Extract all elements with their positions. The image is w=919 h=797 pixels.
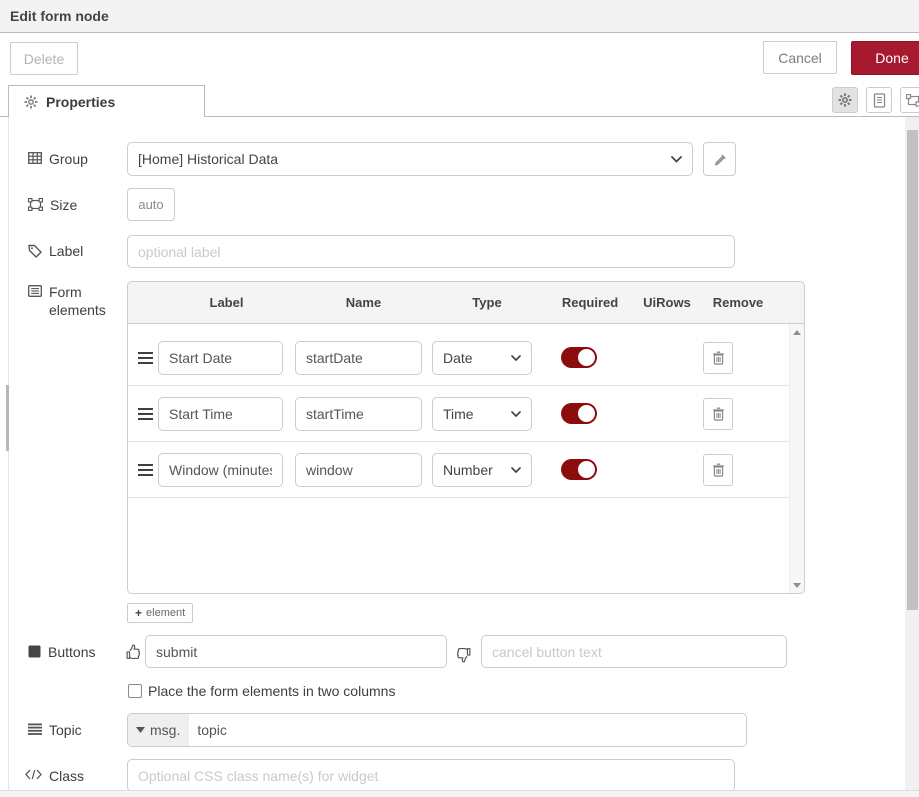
table-scrollbar[interactable] [789,324,804,594]
scroll-up-icon[interactable] [793,330,801,335]
buttons-label: Buttons [28,643,120,661]
element-label-input[interactable] [158,341,283,375]
thumbs-down-icon [455,646,472,663]
remove-element-button[interactable] [703,398,733,430]
gear-icon [24,95,38,109]
gear-icon [838,93,852,107]
add-element-button[interactable]: + element [127,603,193,623]
cancel-button[interactable]: Cancel [763,41,837,74]
remove-element-button[interactable] [703,454,733,486]
table-row: Number [128,442,804,498]
col-header-uirows: UiRows [638,295,696,310]
page-scrollbar-thumb[interactable] [907,130,918,610]
edit-form-node-dialog: Edit form node Delete Cancel Done Proper… [0,0,919,797]
trash-icon [712,407,725,421]
tag-icon [28,244,42,258]
topic-typed-input: msg. topic [127,713,747,747]
caret-down-icon [136,727,145,733]
thumbs-up-icon [125,644,142,661]
form-elements-label: Form elements [28,283,120,319]
tab-properties-label: Properties [46,94,115,110]
element-name-input[interactable] [295,341,422,375]
code-icon [25,769,42,780]
list-alt-icon [28,285,42,297]
plus-icon: + [135,606,142,620]
element-label-input[interactable] [158,453,283,487]
topic-type-button[interactable]: msg. [128,714,189,746]
element-name-input[interactable] [295,397,422,431]
group-select[interactable]: [Home] Historical Data [127,142,693,176]
label-input[interactable] [127,235,735,268]
col-header-label: Label [158,295,295,310]
list-icon [28,723,42,735]
page-scrollbar[interactable] [905,117,919,797]
dialog-header: Edit form node [0,0,919,33]
panel-resize-grip[interactable] [6,385,9,451]
appearance-icon [906,94,919,107]
element-type-select[interactable]: Date [432,341,532,375]
submit-button-text-input[interactable] [145,635,447,668]
dialog-bottom-strip [0,790,919,797]
col-header-name: Name [295,295,432,310]
topic-value[interactable]: topic [189,714,227,746]
delete-button[interactable]: Delete [10,42,78,75]
required-toggle[interactable] [561,459,597,480]
square-icon [28,645,41,658]
chevron-down-icon [511,355,521,361]
two-columns-option: Place the form elements in two columns [128,683,395,699]
group-select-value: [Home] Historical Data [138,151,278,167]
label-label: Label [28,242,120,260]
col-header-required: Required [542,295,638,310]
required-toggle[interactable] [561,403,597,424]
group-label: Group [28,150,120,168]
form-elements-table: Label Name Type Required UiRows Remove D… [127,281,805,594]
element-type-select[interactable]: Number [432,453,532,487]
element-label-input[interactable] [158,397,283,431]
cancel-button-text-input[interactable] [481,635,787,668]
class-label: Class [25,767,117,785]
object-group-icon [28,198,43,211]
properties-tab-button[interactable] [832,87,858,113]
size-button[interactable]: auto [127,188,175,221]
edit-group-button[interactable] [703,142,736,176]
chevron-down-icon [511,411,521,417]
class-input[interactable] [127,759,735,792]
form-elements-header: Label Name Type Required UiRows Remove [128,282,804,324]
done-button[interactable]: Done [851,41,919,75]
pencil-icon [713,152,727,166]
remove-element-button[interactable] [703,342,733,374]
col-header-remove: Remove [696,295,780,310]
required-toggle[interactable] [561,347,597,368]
drag-handle-icon[interactable] [138,464,153,476]
scroll-down-icon[interactable] [793,583,801,588]
element-type-select[interactable]: Time [432,397,532,431]
table-row: Date [128,330,804,386]
trash-icon [712,463,725,477]
topic-type-label: msg. [150,722,180,738]
doc-icon [873,93,886,108]
chevron-down-icon [671,156,682,163]
size-label: Size [28,196,120,214]
description-tab-button[interactable] [866,87,892,113]
trash-icon [712,351,725,365]
dialog-title: Edit form node [10,8,109,24]
chevron-down-icon [511,467,521,473]
appearance-tab-button[interactable] [900,87,919,113]
element-name-input[interactable] [295,453,422,487]
drag-handle-icon[interactable] [138,408,153,420]
table-icon [28,152,42,164]
col-header-type: Type [432,295,542,310]
two-columns-label: Place the form elements in two columns [148,683,395,699]
drag-handle-icon[interactable] [138,352,153,364]
tab-properties[interactable]: Properties [8,85,205,117]
topic-label: Topic [28,721,120,739]
form-elements-list: Date [128,324,804,594]
table-row: Time [128,386,804,442]
panel-edge [8,117,9,790]
two-columns-checkbox[interactable] [128,684,142,698]
